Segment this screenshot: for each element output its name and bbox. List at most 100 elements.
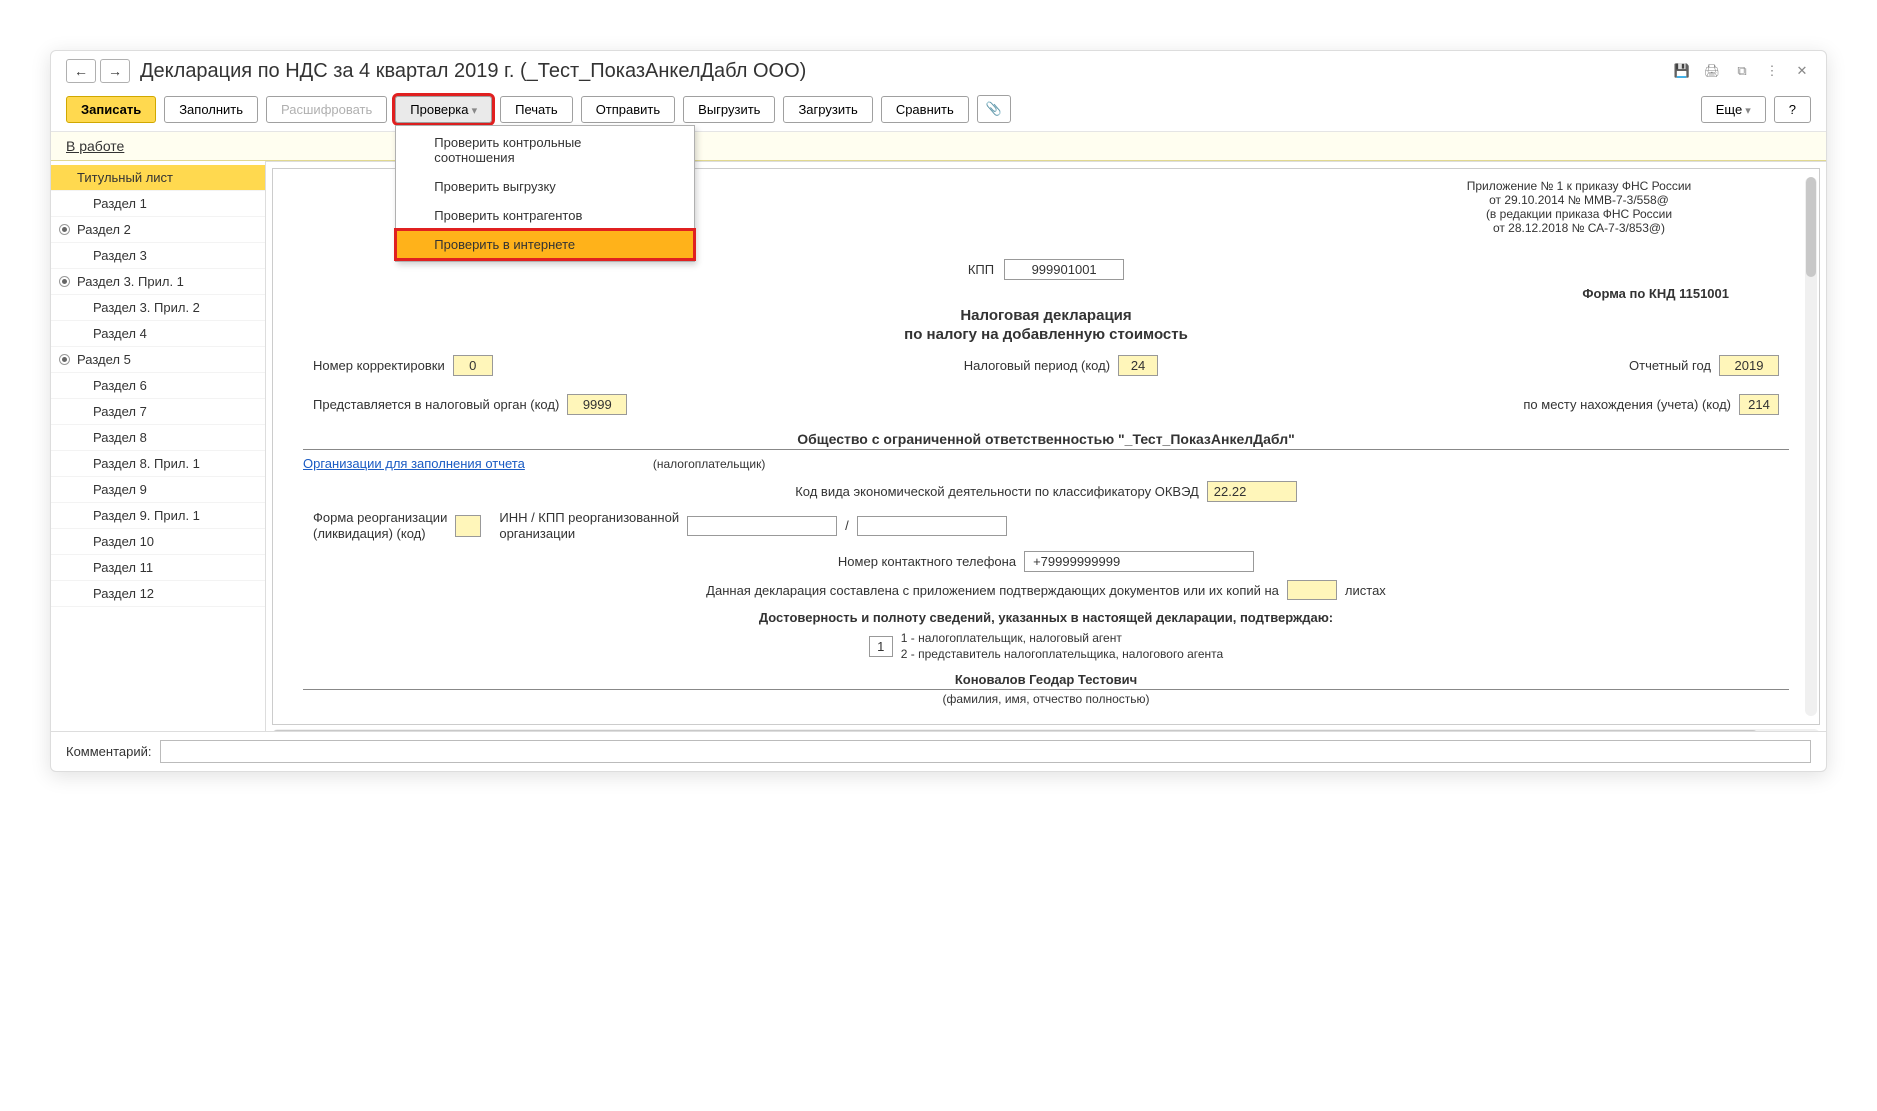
phone-label: Номер контактного телефона [838,554,1016,569]
kpp-label: КПП [968,262,994,277]
vertical-scrollbar[interactable] [1805,177,1817,716]
sidebar-item-label: Раздел 9. Прил. 1 [93,508,200,523]
sidebar-item-label: Раздел 4 [93,326,147,341]
import-button[interactable]: Загрузить [783,96,872,123]
reorg-label-1: Форма реорганизации [313,510,447,526]
reorg-inn-value[interactable] [687,516,837,536]
sidebar-item-label: Раздел 5 [77,352,131,367]
year-label: Отчетный год [1629,358,1711,373]
sidebar-item-label: Раздел 3. Прил. 2 [93,300,200,315]
status-label[interactable]: В работе [66,138,124,154]
sidebar-item-6[interactable]: Раздел 4 [51,321,265,347]
comment-label: Комментарий: [66,744,152,759]
attachments-label: Данная декларация составлена с приложени… [706,583,1279,598]
copy-icon[interactable]: ⧉ [1733,62,1751,80]
sidebar-item-label: Раздел 8 [93,430,147,445]
reorg-kpp-value[interactable] [857,516,1007,536]
decode-button[interactable]: Расшифровать [266,96,387,123]
sidebar-item-label: Раздел 8. Прил. 1 [93,456,200,471]
close-icon[interactable]: ✕ [1793,62,1811,80]
tax-auth-label: Представляется в налоговый орган (код) [313,397,559,412]
help-button[interactable]: ? [1774,96,1811,123]
sidebar-item-10[interactable]: Раздел 8 [51,425,265,451]
kpp-value[interactable]: 999901001 [1004,259,1124,280]
radio-icon [59,276,70,287]
reorg-inn-label-2: организации [499,526,679,542]
enclosure-line: Приложение № 1 к приказу ФНС России [1419,179,1739,193]
sidebar-item-16[interactable]: Раздел 12 [51,581,265,607]
org-title: Общество с ограниченной ответственностью… [303,431,1789,447]
phone-value[interactable]: +79999999999 [1024,551,1254,572]
sidebar-item-label: Раздел 2 [77,222,131,237]
reorg-inn-label-1: ИНН / КПП реорганизованной [499,510,679,526]
sidebar-item-14[interactable]: Раздел 10 [51,529,265,555]
sidebar-item-label: Раздел 9 [93,482,147,497]
decl-title-2: по налогу на добавленную стоимость [303,326,1789,343]
comment-input[interactable] [160,740,1812,763]
sidebar-item-13[interactable]: Раздел 9. Прил. 1 [51,503,265,529]
sidebar-item-5[interactable]: Раздел 3. Прил. 2 [51,295,265,321]
menu-check-export[interactable]: Проверить выгрузку [396,172,694,201]
nav-forward-button[interactable]: → [100,59,130,83]
sidebar-item-8[interactable]: Раздел 6 [51,373,265,399]
year-value[interactable]: 2019 [1719,355,1779,376]
print-button[interactable]: Печать [500,96,573,123]
sidebar-item-0[interactable]: Титульный лист [51,165,265,191]
menu-check-internet[interactable]: Проверить в интернете [396,230,694,259]
sidebar-item-label: Раздел 7 [93,404,147,419]
period-value[interactable]: 24 [1118,355,1158,376]
sheets-label: листах [1345,583,1386,598]
enclosure-line: от 28.12.2018 № СА-7-3/853@) [1419,221,1739,235]
attach-button[interactable]: 📎 [977,95,1011,123]
reorg-code-value[interactable] [455,515,481,537]
horizontal-scrollbar[interactable] [272,729,1820,731]
sidebar-item-1[interactable]: Раздел 1 [51,191,265,217]
confirm-opt1: 1 - налогоплательщик, налоговый агент [901,631,1223,647]
enclosure-line: (в редакции приказа ФНС России [1419,207,1739,221]
sidebar-item-4[interactable]: Раздел 3. Прил. 1 [51,269,265,295]
sidebar-item-11[interactable]: Раздел 8. Прил. 1 [51,451,265,477]
slash: / [845,518,849,533]
menu-check-counterparties[interactable]: Проверить контрагентов [396,201,694,230]
sidebar-item-label: Раздел 12 [93,586,154,601]
orgs-link[interactable]: Организации для заполнения отчета [303,456,525,471]
menu-check-relations[interactable]: Проверить контрольные соотношения [396,128,694,172]
sidebar-item-7[interactable]: Раздел 5 [51,347,265,373]
place-value[interactable]: 214 [1739,394,1779,415]
fill-button[interactable]: Заполнить [164,96,258,123]
write-button[interactable]: Записать [66,96,156,123]
sidebar-item-9[interactable]: Раздел 7 [51,399,265,425]
sidebar-item-label: Раздел 11 [93,560,153,575]
radio-icon [59,224,70,235]
send-button[interactable]: Отправить [581,96,675,123]
nav-back-button[interactable]: ← [66,59,96,83]
confirm-value[interactable]: 1 [869,636,893,657]
kebab-icon[interactable]: ⋮ [1763,62,1781,80]
more-button[interactable]: Еще [1701,96,1766,123]
save-icon[interactable]: 💾 [1673,62,1691,80]
export-button[interactable]: Выгрузить [683,96,775,123]
place-label: по месту нахождения (учета) (код) [1523,397,1731,412]
sections-tree: Титульный лист Раздел 1 Раздел 2 Раздел 3 Ра… [51,161,266,731]
sidebar-item-label: Титульный лист [77,170,173,185]
decl-title-1: Налоговая декларация [303,307,1789,324]
sidebar-item-3[interactable]: Раздел 3 [51,243,265,269]
sidebar-item-2[interactable]: Раздел 2 [51,217,265,243]
sidebar-item-label: Раздел 3 [93,248,147,263]
confirm-opt2: 2 - представитель налогоплательщика, нал… [901,647,1223,663]
rep-name-line[interactable] [303,716,1789,725]
sidebar-item-12[interactable]: Раздел 9 [51,477,265,503]
confirm-title: Достоверность и полноту сведений, указан… [303,610,1789,625]
sidebar-item-label: Раздел 3. Прил. 1 [77,274,184,289]
check-button[interactable]: Проверка [395,96,492,123]
tax-auth-value[interactable]: 9999 [567,394,627,415]
sheets-value[interactable] [1287,580,1337,600]
okved-value[interactable]: 22.22 [1207,481,1297,502]
sidebar-item-label: Раздел 6 [93,378,147,393]
print-preview-icon[interactable]: 🖨 [1703,62,1721,80]
sidebar-item-15[interactable]: Раздел 11 [51,555,265,581]
window-title: Декларация по НДС за 4 квартал 2019 г. (… [140,60,1663,83]
compare-button[interactable]: Сравнить [881,96,969,123]
correction-value[interactable]: 0 [453,355,493,376]
period-label: Налоговый период (код) [964,358,1110,373]
